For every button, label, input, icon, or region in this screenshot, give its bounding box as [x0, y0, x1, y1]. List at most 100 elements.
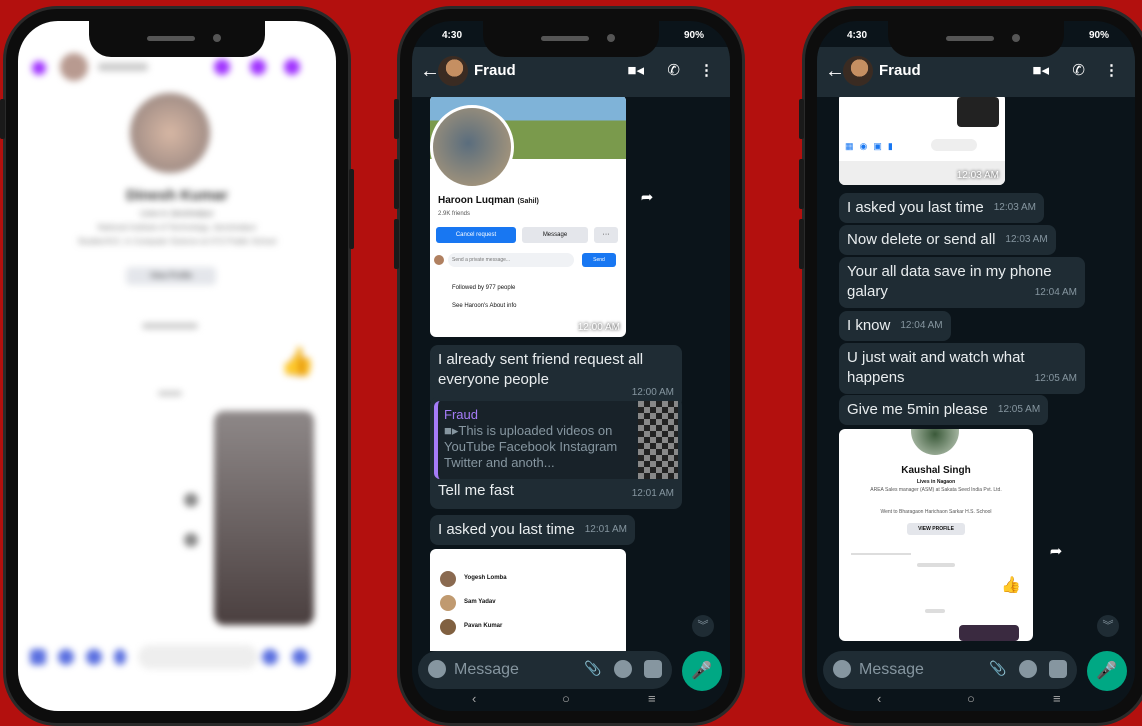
- reply-message-bubble[interactable]: Fraud ■▸This is uploaded videos on YouTu…: [430, 397, 682, 509]
- private-message-input[interactable]: Send a private message...: [448, 253, 574, 267]
- emoji-icon[interactable]: [833, 660, 851, 678]
- thumbs-up-icon: 👍: [280, 346, 315, 377]
- video-call-icon[interactable]: ■◂: [627, 61, 644, 79]
- message-time: 12:04 AM: [900, 320, 943, 331]
- chat-area: Haroon Luqman (Sahil) 2.9K friends Cance…: [412, 97, 730, 651]
- emoji-icon[interactable]: [262, 649, 278, 665]
- side-button: [0, 99, 5, 139]
- message-input[interactable]: Message: [454, 661, 519, 679]
- like-icon[interactable]: [292, 649, 308, 665]
- phone-call-icon[interactable]: ✆: [667, 61, 680, 79]
- message-composer[interactable]: Message 📎: [418, 651, 672, 689]
- nav-back-icon[interactable]: ‹: [877, 691, 881, 706]
- side-button: [799, 219, 804, 269]
- detail-line: Studied B.E. in Computer Science at XYZ …: [77, 237, 277, 246]
- chat-area: ▦◉▣▮ 12:03 AM I asked you last time 12:03…: [817, 97, 1135, 651]
- forward-icon[interactable]: ➦: [1043, 539, 1069, 565]
- send-button[interactable]: Send: [582, 253, 616, 267]
- payment-icon[interactable]: [614, 660, 632, 678]
- message-time: 12:01 AM: [584, 524, 627, 535]
- side-button: [799, 99, 804, 139]
- quote-author: Fraud: [444, 407, 478, 422]
- subtitle: Lives in Jamshedpur: [140, 209, 214, 218]
- view-profile-button[interactable]: VIEW PROFILE: [907, 523, 965, 535]
- cancel-request-button[interactable]: Cancel request: [436, 227, 516, 243]
- profile-name-suffix: (Sahil): [517, 198, 539, 205]
- mic-button[interactable]: 🎤: [1087, 651, 1127, 691]
- profile-picture: [430, 105, 514, 189]
- friend-name: Yogesh Lomba: [464, 575, 507, 581]
- message-time: 12:03 AM: [1005, 234, 1048, 245]
- camera-icon[interactable]: [644, 660, 662, 678]
- message-input[interactable]: [138, 645, 258, 669]
- nav-back-icon[interactable]: ‹: [472, 691, 476, 706]
- view-profile-button[interactable]: View Profile: [126, 267, 216, 285]
- message-time: 12:03 AM: [956, 170, 999, 181]
- back-arrow-icon[interactable]: ←: [825, 60, 845, 83]
- gallery-icon[interactable]: [86, 649, 102, 665]
- camera-icon[interactable]: [58, 649, 74, 665]
- payment-icon[interactable]: [1019, 660, 1037, 678]
- android-navbar: ‹ ○ ≡: [817, 691, 1135, 711]
- back-icon[interactable]: [32, 61, 46, 75]
- thumbs-up-icon: 👍: [1001, 577, 1021, 594]
- scroll-down-button[interactable]: ︾: [692, 615, 714, 637]
- share-icon[interactable]: [184, 493, 198, 507]
- quoted-message[interactable]: Fraud ■▸This is uploaded videos on YouTu…: [434, 401, 678, 479]
- message-bubble[interactable]: I asked you last time 12:03 AM: [839, 193, 1044, 223]
- video-icon[interactable]: [184, 533, 198, 547]
- image-message[interactable]: Yogesh Lomba Sam Yadav Pavan Kumar: [430, 549, 626, 651]
- notch: [888, 21, 1064, 57]
- message-bubble[interactable]: Now delete or send all 12:03 AM: [839, 225, 1056, 255]
- apps-icon[interactable]: [30, 649, 46, 665]
- avatar: [440, 619, 456, 635]
- contact-name[interactable]: Fraud: [879, 62, 921, 79]
- screenshot-thumbnail: [957, 97, 999, 127]
- attach-icon[interactable]: 📎: [989, 660, 1007, 678]
- message-time: 12:03 AM: [993, 202, 1036, 213]
- image-message[interactable]: Haroon Luqman (Sahil) 2.9K friends Cance…: [430, 97, 626, 337]
- image-message[interactable]: ▦◉▣▮ 12:03 AM: [839, 97, 1005, 185]
- emoji-icon[interactable]: [428, 660, 446, 678]
- call-icon[interactable]: [214, 59, 230, 75]
- nav-recents-icon[interactable]: ≡: [648, 691, 656, 706]
- avatar[interactable]: [843, 56, 873, 86]
- mic-button[interactable]: 🎤: [682, 651, 722, 691]
- whatsapp-screen: 4:30 90% ← Fraud ■◂ ✆ ⋮ Haroon Luqman (S…: [412, 21, 730, 711]
- phone-call-icon[interactable]: ✆: [1072, 61, 1085, 79]
- more-options-icon[interactable]: ⋮: [1104, 61, 1119, 79]
- message-input[interactable]: Message: [859, 661, 924, 679]
- nav-home-icon[interactable]: ○: [562, 691, 570, 706]
- message-bubble[interactable]: Your all data save in my phone galary 12:…: [839, 257, 1085, 308]
- message-composer[interactable]: Message 📎: [823, 651, 1077, 689]
- message-text: I already sent friend request all everyo…: [438, 351, 644, 388]
- whatsapp-screen: 4:30 90% ← Fraud ■◂ ✆ ⋮ ▦◉▣▮ 12:03 AM I …: [817, 21, 1135, 711]
- back-arrow-icon[interactable]: ←: [420, 60, 440, 83]
- mic-icon[interactable]: [114, 649, 126, 665]
- message-bubble[interactable]: U just wait and watch what happens 12:05 …: [839, 343, 1085, 394]
- attach-icon[interactable]: 📎: [584, 660, 602, 678]
- side-button: [349, 169, 354, 249]
- video-attachment[interactable]: [214, 411, 314, 625]
- more-options-icon[interactable]: ⋮: [699, 61, 714, 79]
- video-call-icon[interactable]: ■◂: [1032, 61, 1049, 79]
- detail-line: National Institute of Technology, Jamshe…: [97, 223, 257, 232]
- message-bubble[interactable]: Give me 5min please 12:05 AM: [839, 395, 1049, 425]
- forward-icon[interactable]: ➦: [634, 185, 660, 211]
- nav-home-icon[interactable]: ○: [967, 691, 975, 706]
- image-message[interactable]: Kaushal Singh Lives in Nagaon AREA Sales…: [839, 429, 1033, 641]
- nav-recents-icon[interactable]: ≡: [1053, 691, 1061, 706]
- info-icon[interactable]: [284, 59, 300, 75]
- contact-name[interactable]: Fraud: [474, 62, 516, 79]
- more-button[interactable]: ···: [594, 227, 618, 243]
- camera-icon[interactable]: [1049, 660, 1067, 678]
- profile-name-text: Haroon Luqman: [438, 195, 515, 206]
- message-bubble[interactable]: I asked you last time 12:01 AM: [430, 515, 635, 545]
- scroll-down-button[interactable]: ︾: [1097, 615, 1119, 637]
- video-icon[interactable]: [250, 59, 266, 75]
- about-info-link[interactable]: See Haroon's About info: [452, 303, 517, 309]
- message-bubble[interactable]: I know 12:04 AM: [839, 311, 951, 341]
- message-button[interactable]: Message: [522, 227, 588, 243]
- avatar[interactable]: [438, 56, 468, 86]
- android-navbar: ‹ ○ ≡: [412, 691, 730, 711]
